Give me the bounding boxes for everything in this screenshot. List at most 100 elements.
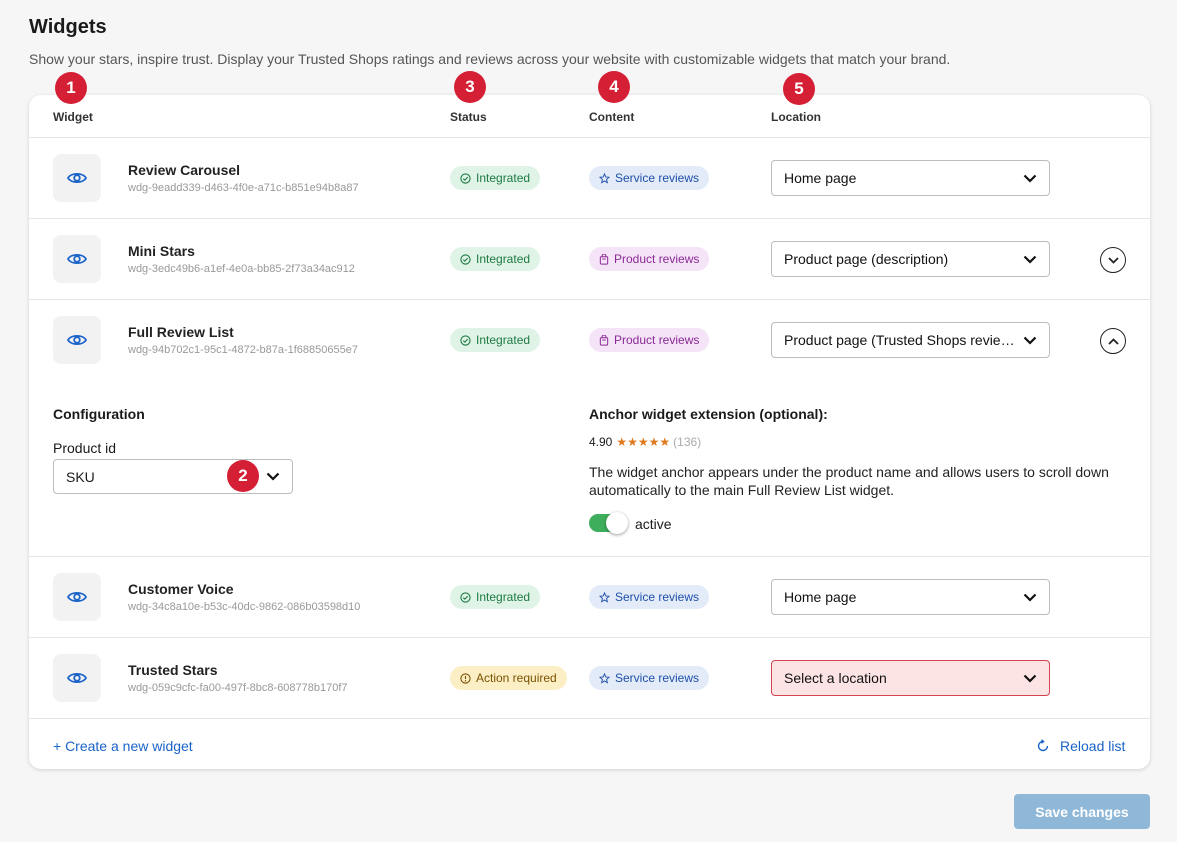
status-badge: Integrated — [450, 328, 541, 352]
column-header-content: Content — [589, 110, 635, 124]
star-outline-icon — [599, 591, 610, 603]
widget-id: wdg-34c8a10e-b53c-40dc-9862-086b03598d10 — [128, 601, 361, 613]
status-label: Action required — [476, 671, 557, 685]
create-widget-link[interactable]: + Create a new widget — [53, 738, 193, 754]
chevron-down-icon — [1023, 674, 1037, 683]
location-value: Product page (Trusted Shops reviews tab) — [784, 332, 1023, 348]
status-label: Integrated — [476, 333, 531, 347]
widgets-card: Widget Status Content Location Review Ca… — [29, 95, 1150, 769]
status-label: Integrated — [476, 590, 531, 604]
annotation-marker-5: 5 — [783, 73, 815, 105]
status-badge: Integrated — [450, 247, 541, 271]
expand-row-button[interactable] — [1100, 247, 1126, 273]
shopping-bag-icon — [599, 334, 609, 346]
location-value: Product page (description) — [784, 251, 949, 267]
location-select[interactable]: Product page (Trusted Shops reviews tab) — [771, 322, 1050, 358]
chevron-down-icon — [266, 472, 280, 481]
chevron-down-icon — [1023, 174, 1037, 183]
save-changes-button[interactable]: Save changes — [1014, 794, 1150, 829]
widget-configuration-panel: Configuration Product id SKU Anchor widg… — [29, 378, 1150, 557]
page-subtitle: Show your stars, inspire trust. Display … — [29, 51, 951, 67]
check-circle-icon — [460, 334, 471, 346]
content-badge: Service reviews — [589, 666, 710, 690]
anchor-extension-title: Anchor widget extension (optional): — [589, 406, 828, 422]
table-row: Trusted Stars wdg-059c9cfc-fa00-497f-8bc… — [29, 637, 1150, 718]
location-select[interactable]: Home page — [771, 579, 1050, 615]
page-title: Widgets — [29, 16, 107, 38]
configuration-title: Configuration — [53, 406, 145, 422]
table-row: Mini Stars wdg-3edc49b6-a1ef-4e0a-bb85-2… — [29, 218, 1150, 299]
rating-value: 4.90 — [589, 435, 613, 449]
star-rating-icon: ★★★★★ — [616, 435, 671, 449]
star-outline-icon — [599, 672, 610, 684]
alert-circle-icon — [460, 672, 471, 684]
product-id-label: Product id — [53, 440, 117, 456]
widget-name: Full Review List — [128, 324, 234, 340]
content-badge: Service reviews — [589, 166, 710, 190]
location-select[interactable]: Select a location — [771, 660, 1050, 696]
widget-name: Review Carousel — [128, 162, 241, 178]
eye-icon — [67, 591, 87, 603]
toggle-label: active — [635, 516, 672, 532]
check-circle-icon — [460, 253, 471, 265]
chevron-down-icon — [1107, 256, 1119, 264]
location-select[interactable]: Home page — [771, 160, 1050, 196]
card-footer: + Create a new widget Reload list — [29, 718, 1150, 769]
chevron-down-icon — [1023, 255, 1037, 264]
annotation-marker-3: 3 — [454, 71, 486, 103]
location-value: Home page — [784, 170, 857, 186]
eye-icon — [67, 172, 87, 184]
content-label: Service reviews — [615, 171, 700, 185]
column-header-widget: Widget — [53, 110, 93, 124]
preview-button[interactable] — [53, 573, 101, 621]
content-label: Product reviews — [614, 333, 700, 347]
table-row: Review Carousel wdg-9eadd339-d463-4f0e-a… — [29, 137, 1150, 218]
content-label: Service reviews — [615, 671, 700, 685]
annotation-marker-4: 4 — [598, 71, 630, 103]
preview-button[interactable] — [53, 154, 101, 202]
location-select[interactable]: Product page (description) — [771, 241, 1050, 277]
anchor-active-toggle[interactable] — [589, 512, 628, 534]
content-badge: Product reviews — [589, 247, 710, 271]
widget-id: wdg-94b702c1-95c1-4872-b87a-1f68850655e7 — [128, 344, 358, 356]
widget-id: wdg-9eadd339-d463-4f0e-a71c-b851e94b8a87 — [128, 182, 359, 194]
review-count: (136) — [673, 435, 702, 449]
preview-button[interactable] — [53, 235, 101, 283]
location-value: Select a location — [784, 670, 887, 686]
status-label: Integrated — [476, 171, 531, 185]
content-label: Product reviews — [614, 252, 700, 266]
annotation-marker-2: 2 — [227, 460, 259, 492]
widget-name: Trusted Stars — [128, 662, 218, 678]
status-badge: Integrated — [450, 585, 541, 609]
eye-icon — [67, 672, 87, 684]
content-badge: Product reviews — [589, 328, 710, 352]
preview-button[interactable] — [53, 654, 101, 702]
widget-id: wdg-3edc49b6-a1ef-4e0a-bb85-2f73a34ac912 — [128, 263, 355, 275]
table-row: Customer Voice wdg-34c8a10e-b53c-40dc-98… — [29, 556, 1150, 637]
chevron-down-icon — [1023, 336, 1037, 345]
eye-icon — [67, 334, 87, 346]
reload-list-button[interactable]: Reload list — [1036, 738, 1125, 754]
status-label: Integrated — [476, 252, 531, 266]
content-badge: Service reviews — [589, 585, 710, 609]
location-value: Home page — [784, 589, 857, 605]
check-circle-icon — [460, 591, 471, 603]
collapse-row-button[interactable] — [1100, 328, 1126, 354]
reload-label: Reload list — [1060, 738, 1126, 754]
table-row: Full Review List wdg-94b702c1-95c1-4872-… — [29, 299, 1150, 380]
column-header-location: Location — [771, 110, 821, 124]
widget-name: Mini Stars — [128, 243, 195, 259]
annotation-marker-1: 1 — [55, 72, 87, 104]
widget-name: Customer Voice — [128, 581, 234, 597]
preview-button[interactable] — [53, 316, 101, 364]
shopping-bag-icon — [599, 253, 609, 265]
chevron-up-icon — [1107, 337, 1119, 345]
content-label: Service reviews — [615, 590, 700, 604]
eye-icon — [67, 253, 87, 265]
toggle-knob — [606, 512, 628, 534]
widget-id: wdg-059c9cfc-fa00-497f-8bc8-608778b170f7 — [128, 682, 348, 694]
rating-preview: 4.90 ★★★★★ (136) — [589, 435, 701, 449]
chevron-down-icon — [1023, 593, 1037, 602]
anchor-description: The widget anchor appears under the prod… — [589, 464, 1109, 498]
check-circle-icon — [460, 172, 471, 184]
